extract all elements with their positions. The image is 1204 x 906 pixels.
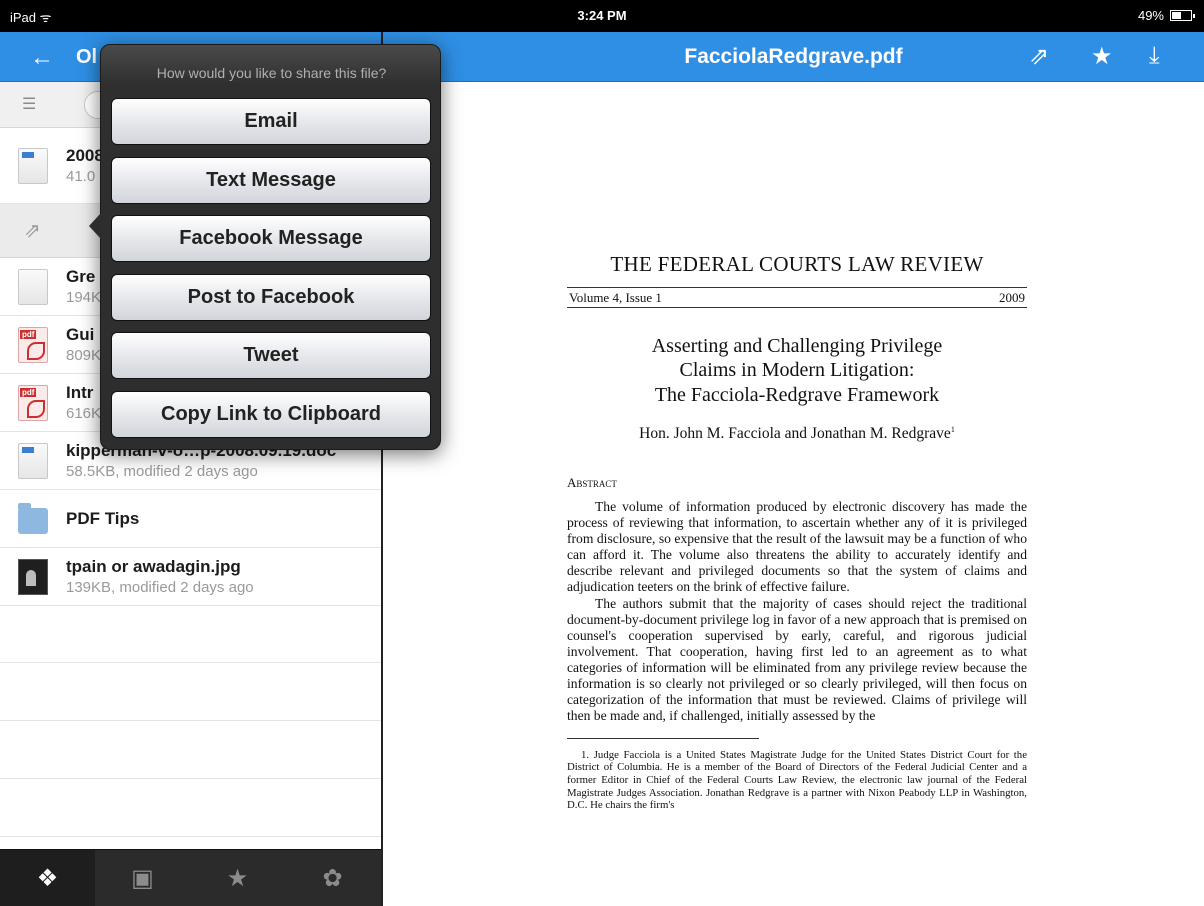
file-meta: 41.0 xyxy=(66,168,96,185)
list-item[interactable]: PDF Tips xyxy=(0,490,381,548)
battery-icon xyxy=(1170,10,1195,21)
tab-favorites[interactable]: ★ xyxy=(190,850,285,906)
footnote: 1. Judge Facciola is a United States Mag… xyxy=(567,748,1027,812)
file-meta: 616K xyxy=(66,405,102,422)
back-arrow-icon[interactable]: ← xyxy=(30,44,54,72)
list-item[interactable]: tpain or awadagin.jpg 139KB, modified 2 d… xyxy=(0,548,381,606)
abstract-heading: Abstract xyxy=(567,475,617,491)
share-popover: How would you like to share this file? E… xyxy=(89,44,441,450)
journal-title: THE FEDERAL COURTS LAW REVIEW xyxy=(610,252,984,276)
file-name: 2008 xyxy=(66,146,104,165)
footnote-rule xyxy=(567,737,759,739)
list-separator xyxy=(0,720,381,721)
file-meta: 194K xyxy=(66,289,102,306)
file-name: Gre xyxy=(66,267,96,286)
file-name: Intr xyxy=(66,383,94,402)
photos-icon: ▣ xyxy=(131,865,154,892)
tab-photos[interactable]: ▣ xyxy=(95,850,190,906)
share-option-button[interactable]: Email xyxy=(111,98,431,145)
share-option-button[interactable]: Post to Facebook xyxy=(111,273,431,321)
abstract-paragraph: The volume of information produced by el… xyxy=(567,499,1027,595)
file-name: Gui xyxy=(66,325,95,344)
word-doc-icon xyxy=(18,148,48,184)
pdf-icon xyxy=(18,385,48,421)
document-title: FacciolaRedgrave.pdf xyxy=(684,45,903,68)
popover-arrow xyxy=(89,213,101,239)
pdf-page: THE FEDERAL COURTS LAW REVIEW Volume 4, … xyxy=(567,252,1027,812)
list-separator xyxy=(0,836,381,837)
article-title: Asserting and Challenging Privilege Clai… xyxy=(567,334,1027,407)
author-names: Hon. John M. Facciola and Jonathan M. Re… xyxy=(639,425,951,443)
tab-settings[interactable]: ✿ xyxy=(285,850,380,906)
word-doc-icon xyxy=(18,443,48,479)
pdf-icon xyxy=(18,327,48,363)
abstract-paragraph: The authors submit that the majority of … xyxy=(567,595,1027,723)
battery-percent: 49% xyxy=(1137,8,1164,23)
volume-label: Volume 4, Issue 1 xyxy=(569,289,662,305)
download-icon[interactable]: ⤓ xyxy=(1149,42,1160,70)
settings-icon: ✿ xyxy=(322,865,343,892)
clock: 3:24 PM xyxy=(577,8,627,23)
file-meta: 58.5KB, modified 2 days ago xyxy=(66,463,258,480)
sort-icon[interactable]: ☰ xyxy=(22,94,36,114)
list-separator xyxy=(0,662,381,663)
list-separator xyxy=(0,778,381,779)
authors: Hon. John M. Facciola and Jonathan M. Re… xyxy=(567,425,1027,443)
article-title-line: The Facciola-Redgrave Framework xyxy=(654,383,940,406)
status-bar: iPad ᯤ 3:24 PM 49% xyxy=(0,0,1204,32)
folder-icon xyxy=(18,503,48,534)
favorites-icon: ★ xyxy=(226,865,249,892)
article-title-line: Asserting and Challenging Privilege xyxy=(651,335,943,357)
tab-dropbox[interactable]: ❖ xyxy=(0,850,95,906)
year-label: 2009 xyxy=(999,289,1025,305)
share-option-button[interactable]: Copy Link to Clipboard xyxy=(111,390,431,438)
share-icon[interactable]: ⇗ xyxy=(1029,42,1049,71)
star-icon[interactable]: ★ xyxy=(1091,42,1113,71)
doc-icon xyxy=(18,269,48,305)
photo-icon xyxy=(18,559,48,595)
share-option-button[interactable]: Text Message xyxy=(111,156,431,204)
document-nav-bar: FacciolaRedgrave.pdf ⇗ ★ ⤓ xyxy=(383,32,1204,82)
pdf-viewer[interactable]: THE FEDERAL COURTS LAW REVIEW Volume 4, … xyxy=(383,82,1204,906)
file-name: PDF Tips xyxy=(66,509,140,528)
share-option-button[interactable]: Tweet xyxy=(111,332,431,379)
file-name: tpain or awadagin.jpg xyxy=(66,557,241,576)
volume-bar: Volume 4, Issue 1 2009 xyxy=(567,287,1027,308)
share-prompt: How would you like to share this file? xyxy=(156,65,387,81)
article-title-line: Claims in Modern Litigation: xyxy=(679,359,915,382)
dropbox-icon: ❖ xyxy=(36,865,59,892)
folder-title: Ol xyxy=(76,46,98,68)
battery-indicator: 49% xyxy=(1137,8,1195,23)
share-option-button[interactable]: Facebook Message xyxy=(111,215,431,262)
file-meta: 809K xyxy=(66,347,102,364)
footnote-mark: 1 xyxy=(950,425,955,435)
file-meta: 139KB, modified 2 days ago xyxy=(66,579,254,596)
share-icon[interactable]: ⇗ xyxy=(24,218,41,243)
tab-bar: ❖ ▣ ★ ✿ xyxy=(0,849,381,906)
